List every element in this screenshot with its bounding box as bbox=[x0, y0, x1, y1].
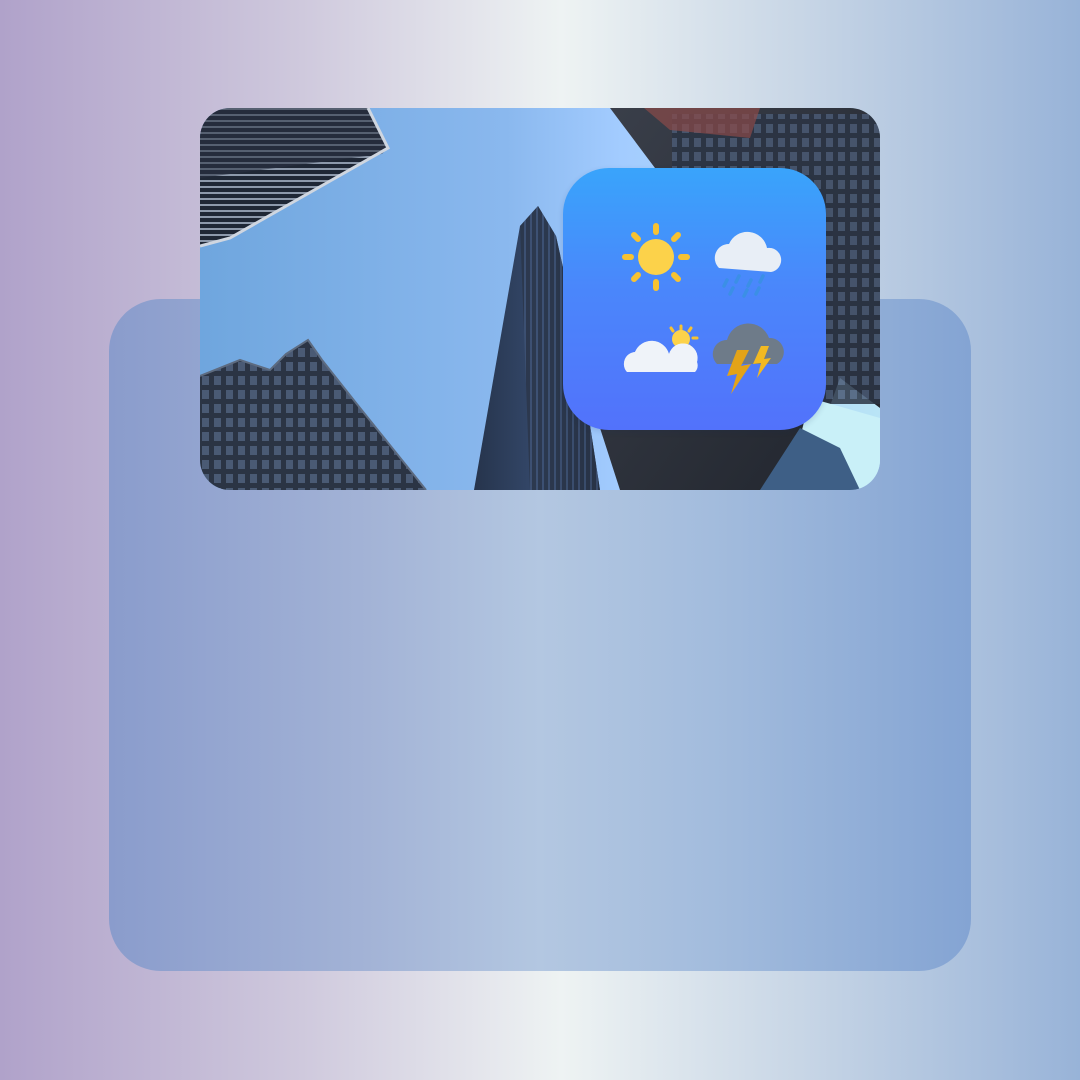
partly-cloudy-icon bbox=[613, 308, 703, 398]
rain-cloud-icon bbox=[703, 212, 793, 302]
sun-icon bbox=[611, 212, 701, 302]
thunderstorm-icon bbox=[707, 306, 797, 396]
weather-app-icon[interactable] bbox=[563, 168, 826, 430]
